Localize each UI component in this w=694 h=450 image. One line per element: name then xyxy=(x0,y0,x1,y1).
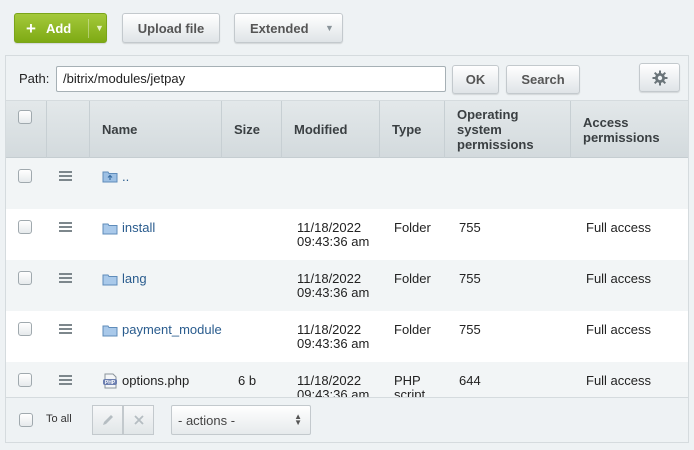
upload-file-label: Upload file xyxy=(137,20,205,36)
header-size-label: Size xyxy=(234,122,261,137)
row-type: Folder xyxy=(394,220,431,235)
folder-icon xyxy=(102,274,118,286)
header-type[interactable]: Type xyxy=(379,101,444,158)
row-name[interactable]: payment_module xyxy=(122,323,222,337)
row-os-permissions: 755 xyxy=(459,271,481,286)
row-access: Full access xyxy=(586,373,652,388)
settings-button[interactable] xyxy=(639,63,680,92)
header-drag-column xyxy=(46,101,89,158)
row-checkbox[interactable] xyxy=(18,322,32,336)
path-label: Path: xyxy=(19,71,50,86)
to-all-label: To all xyxy=(46,413,72,425)
header-access-permissions-label: Access permissions xyxy=(583,114,660,145)
row-checkbox[interactable] xyxy=(18,373,32,387)
plus-icon: + xyxy=(26,18,36,38)
extended-button[interactable]: Extended ▼ xyxy=(234,13,343,43)
row-modified: 11/18/2022 09:43:36 am xyxy=(297,220,370,249)
row-checkbox[interactable] xyxy=(18,169,32,183)
toolbar: + Add ▼ Upload file Extended ▼ xyxy=(0,0,694,56)
select-all-checkbox[interactable] xyxy=(18,110,32,124)
row-os-permissions: 755 xyxy=(459,220,481,235)
row-menu-icon[interactable] xyxy=(59,324,72,336)
extended-label: Extended xyxy=(250,20,309,36)
header-select-all-cell xyxy=(6,101,46,158)
row-name[interactable]: lang xyxy=(122,272,147,286)
pencil-icon xyxy=(102,415,113,425)
ok-button[interactable]: OK xyxy=(452,65,499,94)
svg-text:PHP: PHP xyxy=(105,380,116,386)
row-type: Folder xyxy=(394,271,431,286)
table-footer: To all - actions - ▲ ▼ xyxy=(6,397,688,442)
table-row[interactable]: install 11/18/2022 09:43:36 am Folder 755… xyxy=(6,209,688,260)
folder-icon xyxy=(102,223,118,235)
row-access: Full access xyxy=(586,271,652,286)
to-all-checkbox[interactable] xyxy=(19,413,33,427)
row-access: Full access xyxy=(586,220,652,235)
row-os-permissions: 755 xyxy=(459,322,481,337)
row-checkbox[interactable] xyxy=(18,220,32,234)
table-header: Name Size Modified Type Operating system… xyxy=(6,101,688,158)
header-os-permissions-label: Operating system permissions xyxy=(457,107,534,152)
parent-folder-icon xyxy=(102,171,118,183)
path-input[interactable]: /bitrix/modules/jetpay xyxy=(56,66,446,92)
chevron-down-icon: ▼ xyxy=(325,23,334,33)
row-menu-icon[interactable] xyxy=(59,222,72,234)
edit-button[interactable] xyxy=(92,405,123,435)
header-name[interactable]: Name xyxy=(89,101,221,158)
header-os-permissions[interactable]: Operating system permissions xyxy=(444,101,570,158)
delete-button[interactable] xyxy=(123,405,154,435)
actions-select[interactable]: - actions - ▲ ▼ xyxy=(171,405,311,435)
row-size: 6 b xyxy=(238,373,257,388)
table-row[interactable]: lang 11/18/2022 09:43:36 am Folder 755 Fu… xyxy=(6,260,688,311)
close-icon xyxy=(133,415,144,425)
row-menu-icon[interactable] xyxy=(59,273,72,285)
row-name[interactable]: .. xyxy=(122,170,129,184)
ok-label: OK xyxy=(465,72,486,87)
add-button-separator xyxy=(88,19,89,38)
row-os-permissions: 644 xyxy=(459,373,481,388)
php-file-icon: PHP xyxy=(103,373,117,389)
upload-file-button[interactable]: Upload file xyxy=(122,13,220,43)
search-button[interactable]: Search xyxy=(506,65,580,94)
row-name[interactable]: options.php xyxy=(122,374,189,388)
select-arrows-icon: ▲ ▼ xyxy=(294,412,302,427)
search-label: Search xyxy=(521,72,565,87)
path-bar: Path: /bitrix/modules/jetpay OK Search xyxy=(6,56,688,101)
row-modified: 11/18/2022 09:43:36 am xyxy=(297,322,370,351)
row-menu-icon[interactable] xyxy=(59,375,72,387)
row-access: Full access xyxy=(586,322,652,337)
header-type-label: Type xyxy=(392,122,422,137)
gear-icon xyxy=(652,70,667,85)
row-type: Folder xyxy=(394,322,431,337)
add-button[interactable]: + Add ▼ xyxy=(14,13,107,43)
row-checkbox[interactable] xyxy=(18,271,32,285)
table-row[interactable]: payment_module 11/18/2022 09:43:36 am Fol… xyxy=(6,311,688,362)
header-modified-label: Modified xyxy=(294,122,348,137)
file-manager-panel: Path: /bitrix/modules/jetpay OK Search N… xyxy=(5,55,689,443)
header-access-permissions[interactable]: Access permissions xyxy=(570,101,688,158)
header-name-label: Name xyxy=(102,122,138,137)
row-name[interactable]: install xyxy=(122,221,155,235)
row-modified: 11/18/2022 09:43:36 am xyxy=(297,271,370,300)
actions-select-value: - actions - xyxy=(178,413,236,428)
chevron-down-icon[interactable]: ▼ xyxy=(95,23,104,33)
folder-icon xyxy=(102,325,118,337)
add-button-label: Add xyxy=(45,20,72,36)
row-menu-icon[interactable] xyxy=(59,171,72,183)
header-modified[interactable]: Modified xyxy=(281,101,379,158)
table-row-parent[interactable]: .. xyxy=(6,158,688,209)
header-size[interactable]: Size xyxy=(221,101,281,158)
